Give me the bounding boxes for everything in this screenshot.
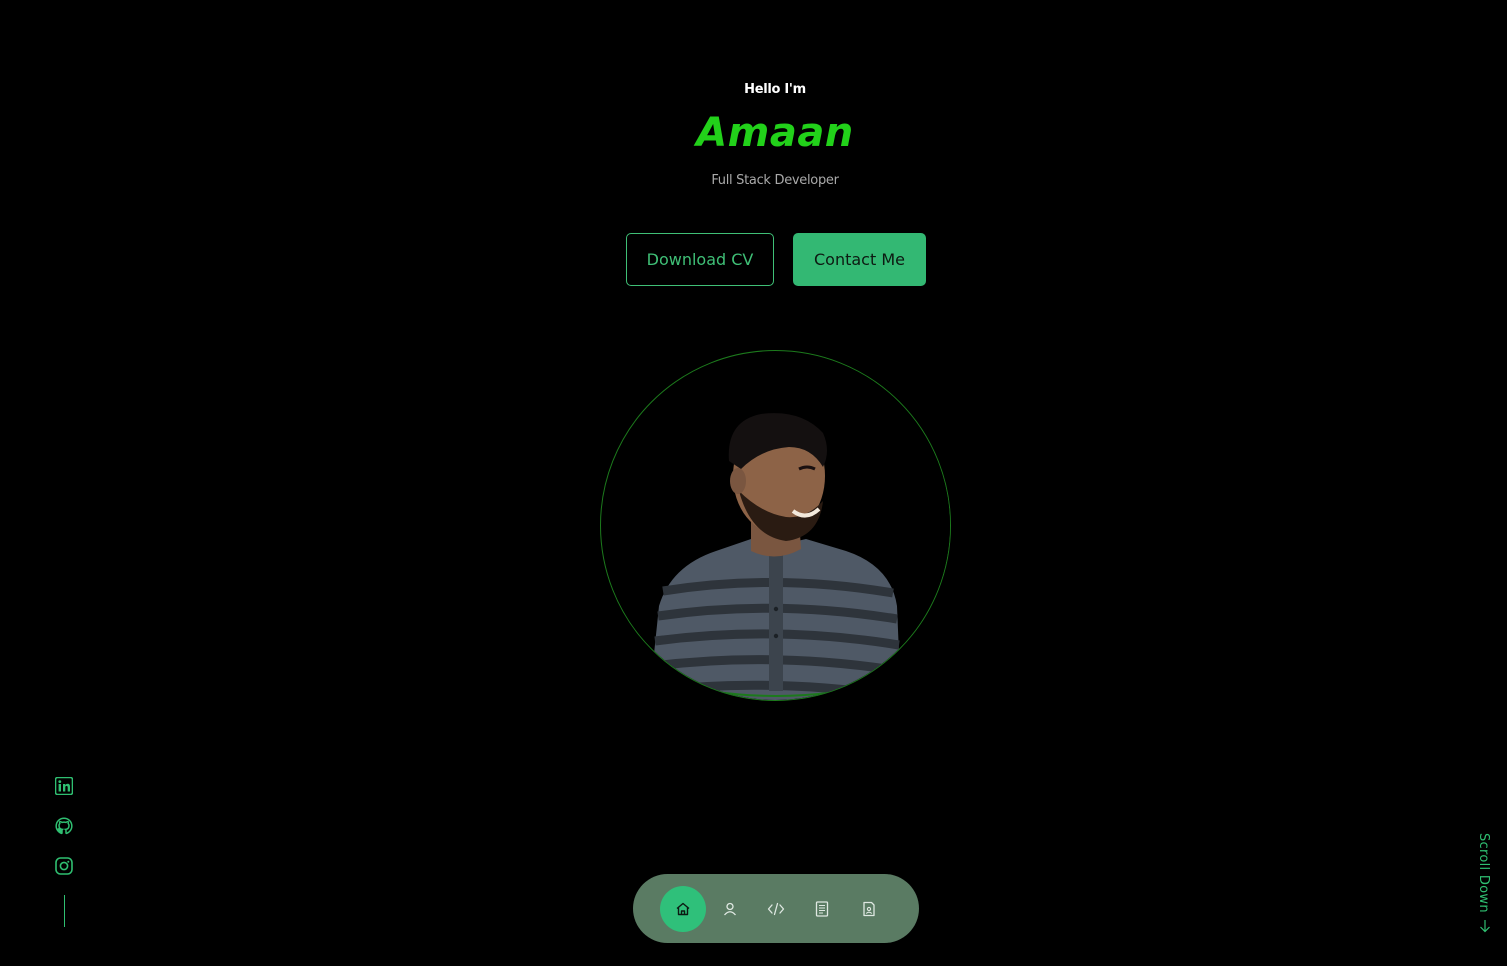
download-cv-button[interactable]: Download CV xyxy=(626,233,774,286)
home-icon[interactable] xyxy=(660,886,706,932)
role-text: Full Stack Developer xyxy=(711,173,839,188)
bottom-nav xyxy=(633,874,919,943)
github-icon[interactable] xyxy=(55,817,73,835)
greeting-text: Hello I'm xyxy=(744,82,806,97)
social-divider-line xyxy=(64,895,65,927)
resume-icon[interactable] xyxy=(799,886,845,932)
user-icon[interactable] xyxy=(707,886,753,932)
instagram-icon[interactable] xyxy=(55,857,73,875)
scroll-down-label: Scroll Down xyxy=(1476,833,1491,913)
linkedin-icon[interactable] xyxy=(55,777,73,795)
code-icon[interactable] xyxy=(753,886,799,932)
contact-file-icon[interactable] xyxy=(846,886,892,932)
hero-name: Amaan xyxy=(696,110,854,156)
arrow-down-icon xyxy=(1480,920,1490,933)
hero-page: Hello I'm Amaan Full Stack Developer Dow… xyxy=(0,0,1507,966)
scroll-down-link[interactable]: Scroll Down xyxy=(1466,833,1506,933)
contact-me-button[interactable]: Contact Me xyxy=(793,233,926,286)
profile-photo xyxy=(601,351,950,700)
profile-avatar xyxy=(600,350,951,701)
